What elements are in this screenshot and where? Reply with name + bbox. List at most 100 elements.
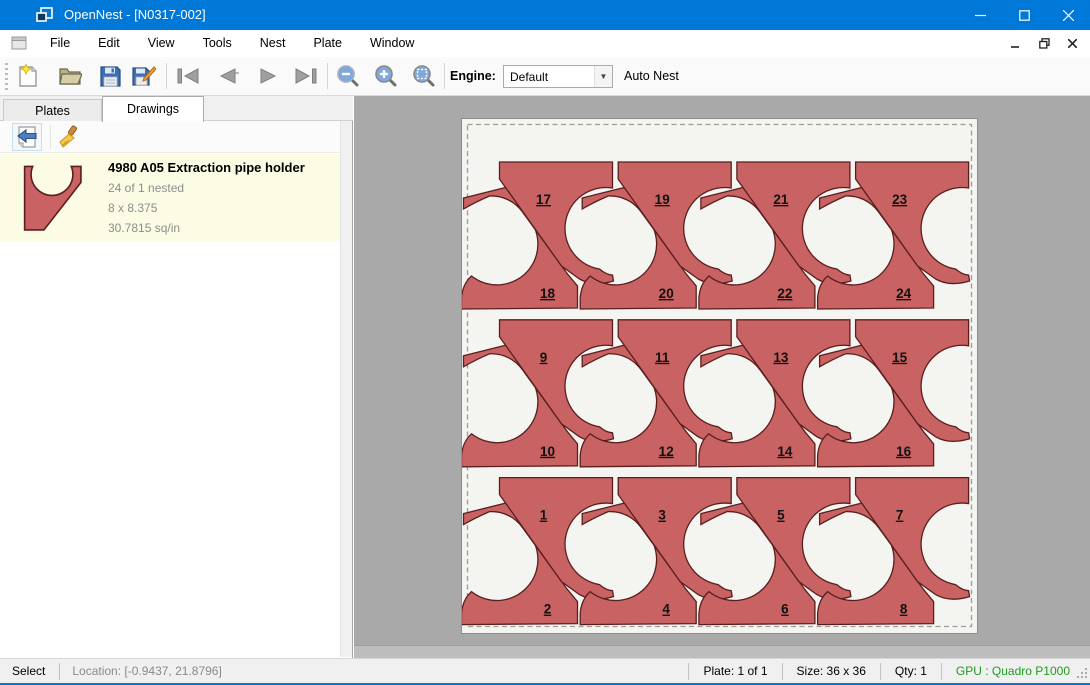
status-right: Plate: 1 of 1 Size: 36 x 36 Qty: 1 GPU :… bbox=[688, 659, 1090, 683]
part-number-label: 17 bbox=[536, 192, 551, 207]
drawing-list-item[interactable]: 4980 A05 Extraction pipe holder 24 of 1 … bbox=[0, 154, 340, 241]
auto-nest-button[interactable]: Auto Nest bbox=[624, 69, 679, 83]
maximize-button[interactable] bbox=[1002, 0, 1046, 30]
mdi-window-controls bbox=[1002, 33, 1086, 54]
engine-selected-value: Default bbox=[510, 70, 548, 84]
resize-grip-icon[interactable] bbox=[1076, 667, 1088, 679]
menu-edit[interactable]: Edit bbox=[84, 30, 134, 57]
tab-drawings[interactable]: Drawings bbox=[102, 96, 204, 122]
part-number-label: 16 bbox=[896, 444, 912, 459]
zoom-out-button[interactable] bbox=[334, 62, 362, 90]
engine-select[interactable]: Default ▼ bbox=[503, 65, 613, 88]
tab-plates[interactable]: Plates bbox=[3, 99, 102, 121]
menu-window[interactable]: Window bbox=[356, 30, 428, 57]
left-panel-tabstrip: Plates Drawings bbox=[0, 96, 353, 121]
status-plate: Plate: 1 of 1 bbox=[689, 664, 781, 678]
open-folder-icon bbox=[58, 65, 82, 87]
drawing-title: 4980 A05 Extraction pipe holder bbox=[108, 160, 305, 175]
part-number-label: 1 bbox=[540, 508, 548, 523]
zoom-extents-icon bbox=[412, 64, 436, 88]
drawing-area: 30.7815 sq/in bbox=[108, 221, 180, 235]
menu-plate[interactable]: Plate bbox=[299, 30, 356, 57]
status-mode: Select bbox=[0, 664, 59, 678]
go-first-icon bbox=[176, 68, 200, 84]
toolbar-separator bbox=[444, 63, 445, 89]
go-last-icon bbox=[294, 68, 318, 84]
go-first-button[interactable] bbox=[174, 62, 202, 90]
go-previous-button[interactable] bbox=[214, 62, 242, 90]
part-number-label: 13 bbox=[773, 350, 789, 365]
clean-drawings-button[interactable] bbox=[54, 123, 84, 151]
save-as-icon bbox=[132, 65, 156, 87]
part-number-label: 22 bbox=[777, 286, 792, 301]
status-gpu: GPU : Quadro P1000 bbox=[942, 664, 1090, 678]
menu-bar: File Edit View Tools Nest Plate Window bbox=[0, 30, 1090, 57]
part-number-label: 4 bbox=[662, 602, 670, 617]
status-qty: Qty: 1 bbox=[881, 664, 941, 678]
chevron-down-icon[interactable]: ▼ bbox=[594, 66, 612, 87]
part-number-label: 11 bbox=[655, 350, 670, 365]
part-thumbnail bbox=[16, 160, 96, 234]
part-number-label: 24 bbox=[896, 286, 912, 301]
part-number-label: 7 bbox=[896, 508, 904, 523]
menu-tools[interactable]: Tools bbox=[189, 30, 246, 57]
close-button[interactable] bbox=[1046, 0, 1090, 30]
new-document-icon bbox=[17, 64, 39, 88]
part-number-label: 19 bbox=[655, 192, 670, 207]
part-number-label: 21 bbox=[773, 192, 789, 207]
engine-label: Engine: bbox=[450, 69, 496, 83]
go-next-button[interactable] bbox=[254, 62, 282, 90]
import-drawing-icon bbox=[15, 125, 39, 149]
minimize-button[interactable] bbox=[958, 0, 1002, 30]
panel-scrollbar[interactable] bbox=[340, 121, 352, 657]
app-icon bbox=[36, 7, 54, 23]
go-previous-icon bbox=[217, 68, 239, 84]
canvas-scrollbar[interactable] bbox=[354, 645, 1090, 658]
drawing-nested-count: 24 of 1 nested bbox=[108, 181, 184, 195]
part-number-label: 18 bbox=[540, 286, 556, 301]
toolbar-separator bbox=[327, 63, 328, 89]
nest-canvas[interactable]: 171819202122232491011121314151612345678 bbox=[354, 96, 1090, 658]
status-left: Select Location: [-0.9437, 21.8796] bbox=[0, 659, 234, 683]
title-bar: OpenNest - [N0317-002] bbox=[0, 0, 1090, 30]
plate-svg: 171819202122232491011121314151612345678 bbox=[462, 119, 977, 633]
part-number-label: 3 bbox=[658, 508, 666, 523]
toolbar-separator bbox=[166, 63, 167, 89]
part-number-label: 12 bbox=[659, 444, 674, 459]
zoom-extents-button[interactable] bbox=[410, 62, 438, 90]
part-number-label: 14 bbox=[777, 444, 793, 459]
part-number-label: 23 bbox=[892, 192, 908, 207]
new-document-button[interactable] bbox=[14, 62, 42, 90]
part-number-label: 10 bbox=[540, 444, 555, 459]
import-drawing-button[interactable] bbox=[12, 123, 42, 151]
save-as-button[interactable] bbox=[130, 62, 158, 90]
menu-nest[interactable]: Nest bbox=[246, 30, 300, 57]
toolbar-grip[interactable] bbox=[5, 63, 8, 90]
menu-file[interactable]: File bbox=[36, 30, 84, 57]
part-number-label: 2 bbox=[544, 602, 552, 617]
mdi-document-icon[interactable] bbox=[11, 36, 27, 50]
go-last-button[interactable] bbox=[292, 62, 320, 90]
main-toolbar: Engine: Default ▼ Auto Nest bbox=[0, 57, 1090, 96]
zoom-out-icon bbox=[336, 64, 360, 88]
window-title: OpenNest - [N0317-002] bbox=[64, 7, 206, 22]
menu-items: File Edit View Tools Nest Plate Window bbox=[36, 30, 428, 57]
status-bar: Select Location: [-0.9437, 21.8796] Plat… bbox=[0, 658, 1090, 683]
open-button[interactable] bbox=[56, 62, 84, 90]
save-button[interactable] bbox=[96, 62, 124, 90]
plate-area[interactable]: 171819202122232491011121314151612345678 bbox=[461, 118, 978, 634]
drawing-dimensions: 8 x 8.375 bbox=[108, 201, 157, 215]
mdi-minimize-icon[interactable] bbox=[1002, 33, 1030, 54]
part-number-label: 8 bbox=[900, 602, 908, 617]
mdi-restore-icon[interactable] bbox=[1030, 33, 1058, 54]
status-size: Size: 36 x 36 bbox=[783, 664, 880, 678]
mdi-close-icon[interactable] bbox=[1058, 33, 1086, 54]
zoom-in-button[interactable] bbox=[372, 62, 400, 90]
toolbar-separator bbox=[50, 125, 51, 149]
part-number-label: 20 bbox=[659, 286, 674, 301]
menu-view[interactable]: View bbox=[134, 30, 189, 57]
status-location: Location: [-0.9437, 21.8796] bbox=[60, 664, 233, 678]
part-number-label: 15 bbox=[892, 350, 908, 365]
save-icon bbox=[99, 65, 121, 87]
part-number-label: 5 bbox=[777, 508, 785, 523]
